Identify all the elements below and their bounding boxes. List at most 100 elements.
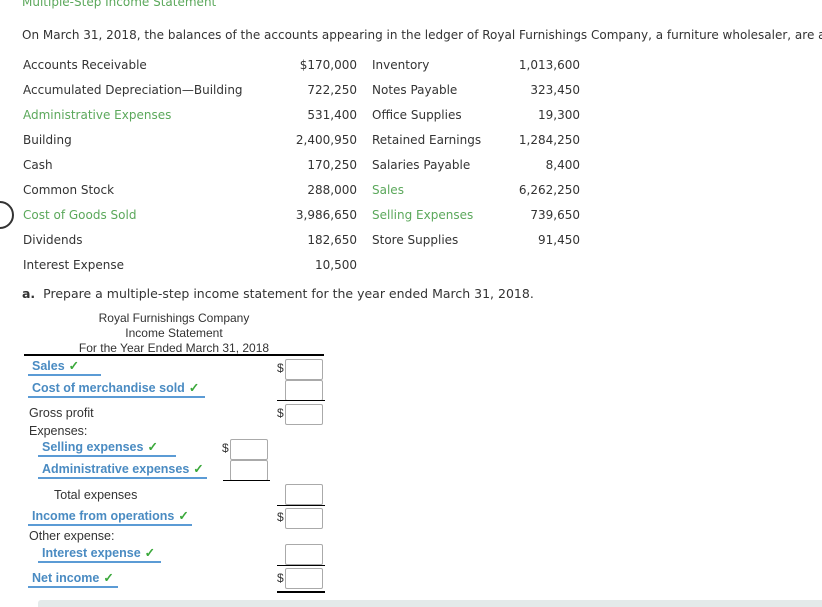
gross-profit-input[interactable]: [285, 404, 323, 425]
account-balance: 91,450: [538, 233, 580, 247]
net-income-select[interactable]: Net income ✓: [28, 571, 118, 588]
admin-label: Administrative expenses: [42, 462, 190, 476]
ledger-row: Administrative Expenses 531,400 Office Sup…: [0, 106, 600, 124]
account-name: Administrative Expenses: [23, 108, 172, 122]
account-name: Inventory: [372, 58, 430, 72]
admin-select[interactable]: Administrative expenses ✓: [38, 462, 207, 479]
account-balance: 10,500: [315, 258, 357, 272]
account-name: Common Stock: [23, 183, 115, 197]
ledger-row: Dividends 182,650 Store Supplies 91,450: [0, 231, 600, 249]
question-a: a. Prepare a multiple-step income statem…: [22, 286, 534, 301]
row-admin[interactable]: Administrative expenses ✓: [38, 461, 207, 479]
income-ops-select[interactable]: Income from operations ✓: [28, 509, 192, 526]
statement-company: Royal Furnishings Company: [98, 311, 250, 325]
check-icon: ✓: [178, 509, 189, 523]
dollar-sign: $: [277, 510, 284, 524]
net-income-input[interactable]: [285, 568, 323, 589]
account-name: Accumulated Depreciation—Building: [23, 83, 243, 97]
ledger-row: Cost of Goods Sold 3,986,650 Selling Expen…: [0, 206, 600, 224]
ledger-row: Accumulated Depreciation—Building 722,250…: [0, 81, 600, 99]
other-expense-label: Other expense:: [29, 529, 115, 543]
account-balance: 722,250: [307, 83, 357, 97]
gross-profit-label: Gross profit: [29, 406, 94, 420]
account-name: Dividends: [23, 233, 83, 247]
total-expenses-label: Total expenses: [54, 488, 138, 502]
check-icon: ✓: [68, 359, 80, 373]
account-balance: 531,400: [307, 108, 357, 122]
problem-intro: On March 31, 2018, the balances of the a…: [22, 28, 822, 42]
check-icon: ✓: [144, 546, 156, 560]
account-balance: 739,650: [530, 208, 580, 222]
expenses-label: Expenses:: [29, 424, 88, 438]
account-name: Accounts Receivable: [23, 58, 147, 72]
account-balance: 6,262,250: [518, 183, 580, 197]
sales-label: Sales: [32, 359, 65, 373]
account-balance: $170,000: [299, 58, 357, 72]
row-selling[interactable]: Selling expenses ✓: [38, 439, 176, 457]
row-sales[interactable]: Sales ✓: [28, 358, 102, 376]
header-rule: [24, 354, 324, 356]
row-net-income[interactable]: Net income ✓: [28, 570, 118, 588]
subtotal-rule: [277, 565, 325, 566]
ledger-row: Cash 170,250 Salaries Payable 8,400: [0, 156, 600, 174]
account-name: Cost of Goods Sold: [23, 208, 137, 222]
ledger-row: Interest Expense 10,500: [0, 256, 600, 274]
account-name: Building: [23, 133, 72, 147]
total-double-rule: [277, 591, 325, 593]
page-title: Multiple-Step Income Statement: [22, 0, 217, 9]
dollar-sign: $: [222, 441, 229, 455]
account-name: Store Supplies: [372, 233, 459, 247]
dollar-sign: $: [277, 361, 284, 375]
total-expenses-input[interactable]: [285, 484, 323, 505]
income-ops-label: Income from operations: [32, 509, 175, 523]
subtotal-rule: [223, 480, 270, 481]
dollar-sign: $: [277, 406, 284, 420]
sales-select[interactable]: Sales ✓: [28, 359, 102, 376]
dollar-sign: $: [277, 571, 284, 585]
account-name: Salaries Payable: [372, 158, 471, 172]
account-balance: 1,013,600: [518, 58, 580, 72]
interest-input[interactable]: [285, 544, 323, 565]
account-balance: 323,450: [530, 83, 580, 97]
check-icon: ✓: [147, 440, 158, 454]
account-balance: 3,986,650: [295, 208, 357, 222]
cogs-input[interactable]: [285, 380, 323, 401]
account-name: Cash: [23, 158, 53, 172]
account-balance: 2,400,950: [295, 133, 357, 147]
ledger-row: Building 2,400,950 Retained Earnings 1,284,…: [0, 131, 600, 149]
row-cogs[interactable]: Cost of merchandise sold ✓: [28, 380, 206, 398]
account-balance: 8,400: [545, 158, 580, 172]
account-name: Retained Earnings: [372, 133, 482, 147]
subtotal-rule: [277, 505, 325, 506]
selling-select[interactable]: Selling expenses ✓: [38, 440, 176, 457]
check-icon: ✓: [188, 381, 200, 395]
sales-input[interactable]: [285, 359, 323, 380]
row-interest[interactable]: Interest expense ✓: [38, 545, 162, 563]
selling-input[interactable]: [230, 439, 268, 460]
account-balance: 1,284,250: [518, 133, 580, 147]
account-balance: 19,300: [538, 108, 580, 122]
account-balance: 288,000: [307, 183, 357, 197]
question-label: a.: [22, 286, 36, 301]
account-name: Notes Payable: [372, 83, 458, 97]
account-name: Selling Expenses: [372, 208, 474, 222]
admin-input[interactable]: [230, 460, 268, 481]
cogs-label: Cost of merchandise sold: [32, 381, 185, 395]
ledger-row: Accounts Receivable $170,000 Inventory 1,01…: [0, 56, 600, 74]
selling-label: Selling expenses: [42, 440, 144, 454]
account-balance: 170,250: [307, 158, 357, 172]
question-text: Prepare a multiple-step income statement…: [43, 286, 534, 301]
account-balance: 182,650: [307, 233, 357, 247]
check-icon: ✓: [103, 571, 114, 585]
income-ops-input[interactable]: [285, 508, 323, 529]
ledger-row: Common Stock 288,000 Sales 6,262,250: [0, 181, 600, 199]
subtotal-rule: [277, 400, 325, 401]
interest-select[interactable]: Interest expense ✓: [38, 546, 162, 563]
account-name: Sales: [372, 183, 404, 197]
footer-bar: [38, 600, 822, 607]
statement-name: Income Statement: [125, 326, 223, 340]
cogs-select[interactable]: Cost of merchandise sold ✓: [28, 381, 206, 398]
row-income-ops[interactable]: Income from operations ✓: [28, 508, 192, 526]
interest-label: Interest expense: [42, 546, 141, 560]
account-name: Office Supplies: [372, 108, 462, 122]
